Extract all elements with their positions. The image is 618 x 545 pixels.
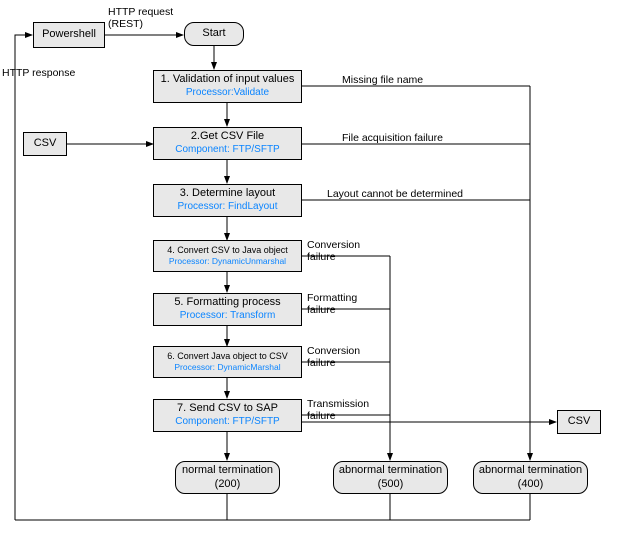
err1-label: Missing file name [342, 74, 423, 86]
step1-node: 1. Validation of input valuesProcessor:V… [153, 70, 302, 103]
powershell-node: Powershell [33, 22, 105, 48]
step6-node: 6. Convert Java object to CSVProcessor: … [153, 346, 302, 378]
err3-label: Layout cannot be determined [327, 188, 463, 200]
err6-label: Conversion failure [307, 345, 360, 369]
step2-node: 2.Get CSV FileComponent: FTP/SFTP [153, 127, 302, 160]
start-node: Start [184, 22, 244, 46]
step7-node: 7. Send CSV to SAPComponent: FTP/SFTP [153, 399, 302, 432]
term-200-node: normal termination(200) [175, 461, 280, 494]
term-500-node: abnormal termination(500) [333, 461, 448, 494]
csv-output-node: CSV [557, 410, 601, 434]
csv-input-node: CSV [23, 132, 67, 156]
err5-label: Formatting failure [307, 292, 357, 316]
err4-label: Conversion failure [307, 239, 360, 263]
http-request-label: HTTP request (REST) [108, 6, 173, 30]
term-400-node: abnormal termination(400) [473, 461, 588, 494]
step4-node: 4. Convert CSV to Java objectProcessor: … [153, 240, 302, 272]
err7-label: Transmission failure [307, 398, 369, 422]
http-response-label: HTTP response [2, 67, 75, 79]
step5-node: 5. Formatting processProcessor: Transfor… [153, 293, 302, 326]
step3-node: 3. Determine layoutProcessor: FindLayout [153, 184, 302, 217]
err2-label: File acquisition failure [342, 132, 443, 144]
